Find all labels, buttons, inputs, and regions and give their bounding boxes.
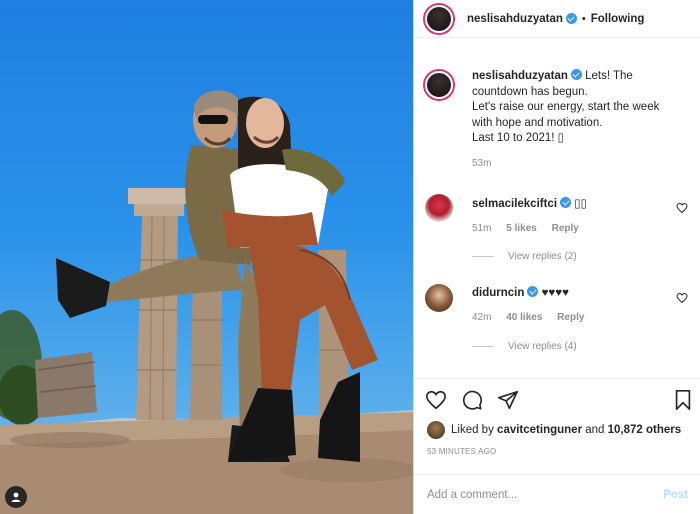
verified-badge-icon bbox=[560, 197, 572, 208]
caption-line: countdown has begun. bbox=[472, 85, 588, 98]
post-actions: Liked by cavitcetinguner and 10,872 othe… bbox=[414, 378, 700, 478]
person-tag-icon[interactable] bbox=[5, 486, 27, 508]
caption-line: Let's raise our energy, start the week bbox=[472, 101, 660, 113]
comment-body: selmacilekciftci ▯▯ bbox=[472, 196, 587, 210]
comment-body: didurncin ♥♥♥♥ bbox=[472, 286, 569, 299]
replies-divider bbox=[472, 256, 494, 257]
instagram-post: neslisahduzyatan • Following neslisahduz… bbox=[0, 0, 700, 514]
comment-input[interactable] bbox=[427, 488, 664, 501]
commenter-username[interactable]: didurncin bbox=[472, 287, 524, 299]
liker-avatar[interactable] bbox=[427, 421, 445, 439]
likes-count[interactable]: 10,872 others bbox=[608, 424, 682, 436]
comments-list[interactable]: neslisahduzyatan Lets! The countdown has… bbox=[414, 52, 700, 376]
caption-username[interactable]: neslisahduzyatan bbox=[472, 70, 568, 82]
share-icon[interactable] bbox=[497, 389, 519, 411]
caption: neslisahduzyatan Lets! The countdown has… bbox=[425, 69, 690, 179]
following-button[interactable]: Following bbox=[591, 13, 645, 25]
comment-meta: 51m 5 likes Reply bbox=[472, 223, 591, 234]
reply-button[interactable]: Reply bbox=[552, 223, 579, 234]
comment-time[interactable]: 51m bbox=[472, 223, 491, 234]
post-details-panel: neslisahduzyatan • Following neslisahduz… bbox=[413, 0, 700, 514]
caption-meta: 53m bbox=[472, 156, 687, 172]
heart-icon[interactable] bbox=[676, 202, 688, 214]
comment-time[interactable]: 42m bbox=[472, 312, 491, 323]
comment-meta: 42m 40 likes Reply bbox=[472, 312, 596, 323]
view-replies-label: View replies (4) bbox=[508, 341, 577, 352]
commenter-username[interactable]: selmacilekciftci bbox=[472, 198, 557, 210]
bookmark-icon[interactable] bbox=[673, 389, 693, 411]
comment-likes[interactable]: 5 likes bbox=[506, 223, 537, 234]
add-comment-bar: Post bbox=[414, 474, 700, 514]
view-replies-label: View replies (2) bbox=[508, 251, 577, 262]
caption-line: Last 10 to 2021! ▯ bbox=[472, 132, 565, 144]
caption-author-avatar[interactable] bbox=[425, 71, 453, 99]
post-photo[interactable] bbox=[0, 0, 413, 514]
comment-likes[interactable]: 40 likes bbox=[506, 312, 542, 323]
comment-icon[interactable] bbox=[461, 389, 483, 411]
likes-summary: Liked by cavitcetinguner and 10,872 othe… bbox=[427, 421, 681, 439]
separator-dot: • bbox=[581, 12, 586, 25]
verified-badge-icon bbox=[565, 13, 577, 24]
liker-username[interactable]: cavitcetinguner bbox=[497, 424, 582, 436]
author-avatar[interactable] bbox=[425, 4, 453, 33]
comment-item: selmacilekciftci ▯▯ 51m 5 likes Reply Vi… bbox=[425, 193, 690, 273]
likes-middle: and bbox=[585, 424, 605, 436]
caption-text: neslisahduzyatan Lets! The countdown has… bbox=[472, 69, 687, 171]
photo-scene bbox=[0, 90, 413, 514]
view-replies-button[interactable]: View replies (2) bbox=[472, 251, 577, 262]
caption-line: Lets! The bbox=[585, 70, 633, 82]
caption-time[interactable]: 53m bbox=[472, 158, 491, 169]
likes-prefix: Liked by bbox=[451, 424, 494, 436]
verified-badge-icon bbox=[527, 286, 539, 297]
commenter-avatar[interactable] bbox=[425, 194, 453, 222]
post-timestamp[interactable]: 53 MINUTES AGO bbox=[427, 447, 496, 456]
view-replies-button[interactable]: View replies (4) bbox=[472, 341, 577, 352]
heart-icon[interactable] bbox=[676, 292, 688, 304]
author-username[interactable]: neslisahduzyatan bbox=[467, 13, 563, 25]
comment-item: didurncin ♥♥♥♥ 42m 40 likes Reply View r… bbox=[425, 283, 690, 363]
comment-text: ♥♥♥♥ bbox=[541, 287, 569, 299]
post-header: neslisahduzyatan • Following bbox=[414, 0, 700, 38]
reply-button[interactable]: Reply bbox=[557, 312, 584, 323]
heart-icon[interactable] bbox=[425, 389, 447, 411]
comment-text: ▯▯ bbox=[574, 198, 587, 210]
commenter-avatar[interactable] bbox=[425, 284, 453, 312]
verified-badge-icon bbox=[570, 69, 582, 80]
post-comment-button[interactable]: Post bbox=[663, 489, 688, 501]
replies-divider bbox=[472, 346, 494, 347]
caption-line: with hope and motivation. bbox=[472, 116, 603, 129]
action-icons bbox=[425, 389, 519, 411]
